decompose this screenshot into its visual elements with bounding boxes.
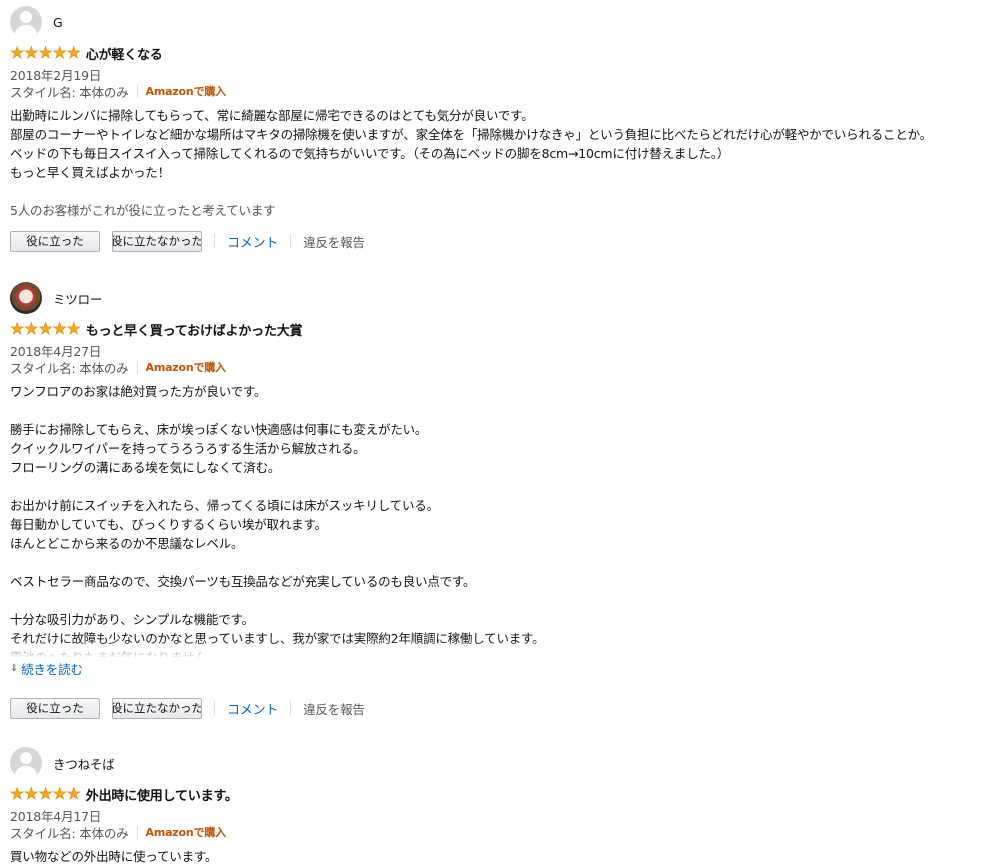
style-label[interactable]: スタイル名: 本体のみ (10, 358, 129, 377)
reviewer-profile[interactable]: G (10, 6, 932, 38)
helpful-button[interactable]: 役に立った (10, 230, 100, 252)
helpful-count: 5人のお客様がこれが役に立ったと考えています (10, 203, 276, 218)
style-label[interactable]: スタイル名: 本体のみ (10, 82, 129, 101)
comment-link[interactable]: コメント (227, 232, 278, 251)
review-item: ミツロー ★ ★ ★ ★ ★ もっと早く買っておけばよかった大賞 2018年4月27日 … (10, 282, 545, 720)
review-title[interactable]: もっと早く買っておけばよかった大賞 (86, 320, 303, 339)
divider (290, 701, 292, 715)
avatar (10, 6, 42, 38)
verified-purchase-badge: Amazonで購入 (145, 826, 227, 839)
star-rating[interactable]: ★ ★ ★ ★ ★ (10, 784, 82, 803)
star-rating[interactable]: ★ ★ ★ ★ ★ (10, 319, 82, 338)
report-abuse-link[interactable]: 違反を報告 (303, 232, 365, 251)
review-body: 買い物などの外出時に使っています。 (10, 849, 218, 864)
review-body: 出勤時にルンバに掃除してもらって、常に綺麗な部屋に帰宅できるのはとても気分が良い… (10, 108, 933, 180)
review-title[interactable]: 外出時に使用しています。 (86, 785, 238, 804)
star-icon: ★ (66, 784, 81, 803)
divider (136, 360, 138, 374)
review-item: G ★ ★ ★ ★ ★ 心が軽くなる 2018年2月19日 スタイル名: 本体のみ Am… (10, 6, 932, 253)
star-icon: ★ (52, 319, 67, 338)
review-date: 2018年4月17日 (10, 809, 102, 824)
not-helpful-button[interactable]: 役に立たなかった (112, 230, 202, 252)
star-icon: ★ (24, 43, 39, 62)
avatar (10, 282, 42, 314)
review-title[interactable]: 心が軽くなる (86, 44, 163, 63)
star-icon: ★ (52, 43, 67, 62)
star-rating[interactable]: ★ ★ ★ ★ ★ (10, 43, 82, 62)
star-icon: ★ (10, 43, 25, 62)
divider (214, 234, 215, 248)
star-icon: ★ (38, 319, 53, 338)
not-helpful-button[interactable]: 役に立たなかった (112, 697, 202, 719)
divider (214, 701, 215, 715)
read-more-link[interactable]: ⇓ 続きを読む (10, 659, 544, 678)
review-body: ワンフロアのお家は絶対買った方が良いです。 勝手にお掃除してもらえ、床が埃っぽく… (10, 384, 545, 658)
star-icon: ★ (24, 784, 39, 803)
divider (136, 84, 138, 98)
star-icon: ★ (10, 784, 25, 803)
star-icon: ★ (38, 784, 53, 803)
reviewer-name[interactable]: きつねそば (53, 754, 115, 773)
reviewer-profile[interactable]: きつねそば (10, 747, 238, 779)
divider (136, 825, 138, 839)
star-icon: ★ (66, 43, 81, 62)
review-item: きつねそば ★ ★ ★ ★ ★ 外出時に使用しています。 2018年4月17日 スタイル… (10, 747, 238, 866)
star-icon: ★ (10, 319, 25, 338)
style-label[interactable]: スタイル名: 本体のみ (10, 823, 129, 842)
star-icon: ★ (66, 319, 81, 338)
comment-link[interactable]: コメント (227, 699, 278, 718)
review-date: 2018年4月27日 (10, 344, 102, 359)
verified-purchase-badge: Amazonで購入 (145, 361, 227, 374)
verified-purchase-badge: Amazonで購入 (145, 85, 227, 98)
star-icon: ★ (52, 784, 67, 803)
star-icon: ★ (38, 43, 53, 62)
review-date: 2018年2月19日 (10, 68, 102, 83)
report-abuse-link[interactable]: 違反を報告 (303, 699, 365, 718)
helpful-button[interactable]: 役に立った (10, 697, 100, 719)
divider (290, 234, 292, 248)
reviewer-profile[interactable]: ミツロー (10, 282, 544, 314)
star-icon: ★ (24, 319, 39, 338)
reviewer-name[interactable]: ミツロー (53, 289, 102, 308)
read-more-label[interactable]: 続きを読む (21, 659, 83, 678)
avatar (10, 747, 42, 779)
reviewer-name[interactable]: G (53, 15, 63, 30)
chevron-down-icon: ⇓ (10, 662, 19, 674)
